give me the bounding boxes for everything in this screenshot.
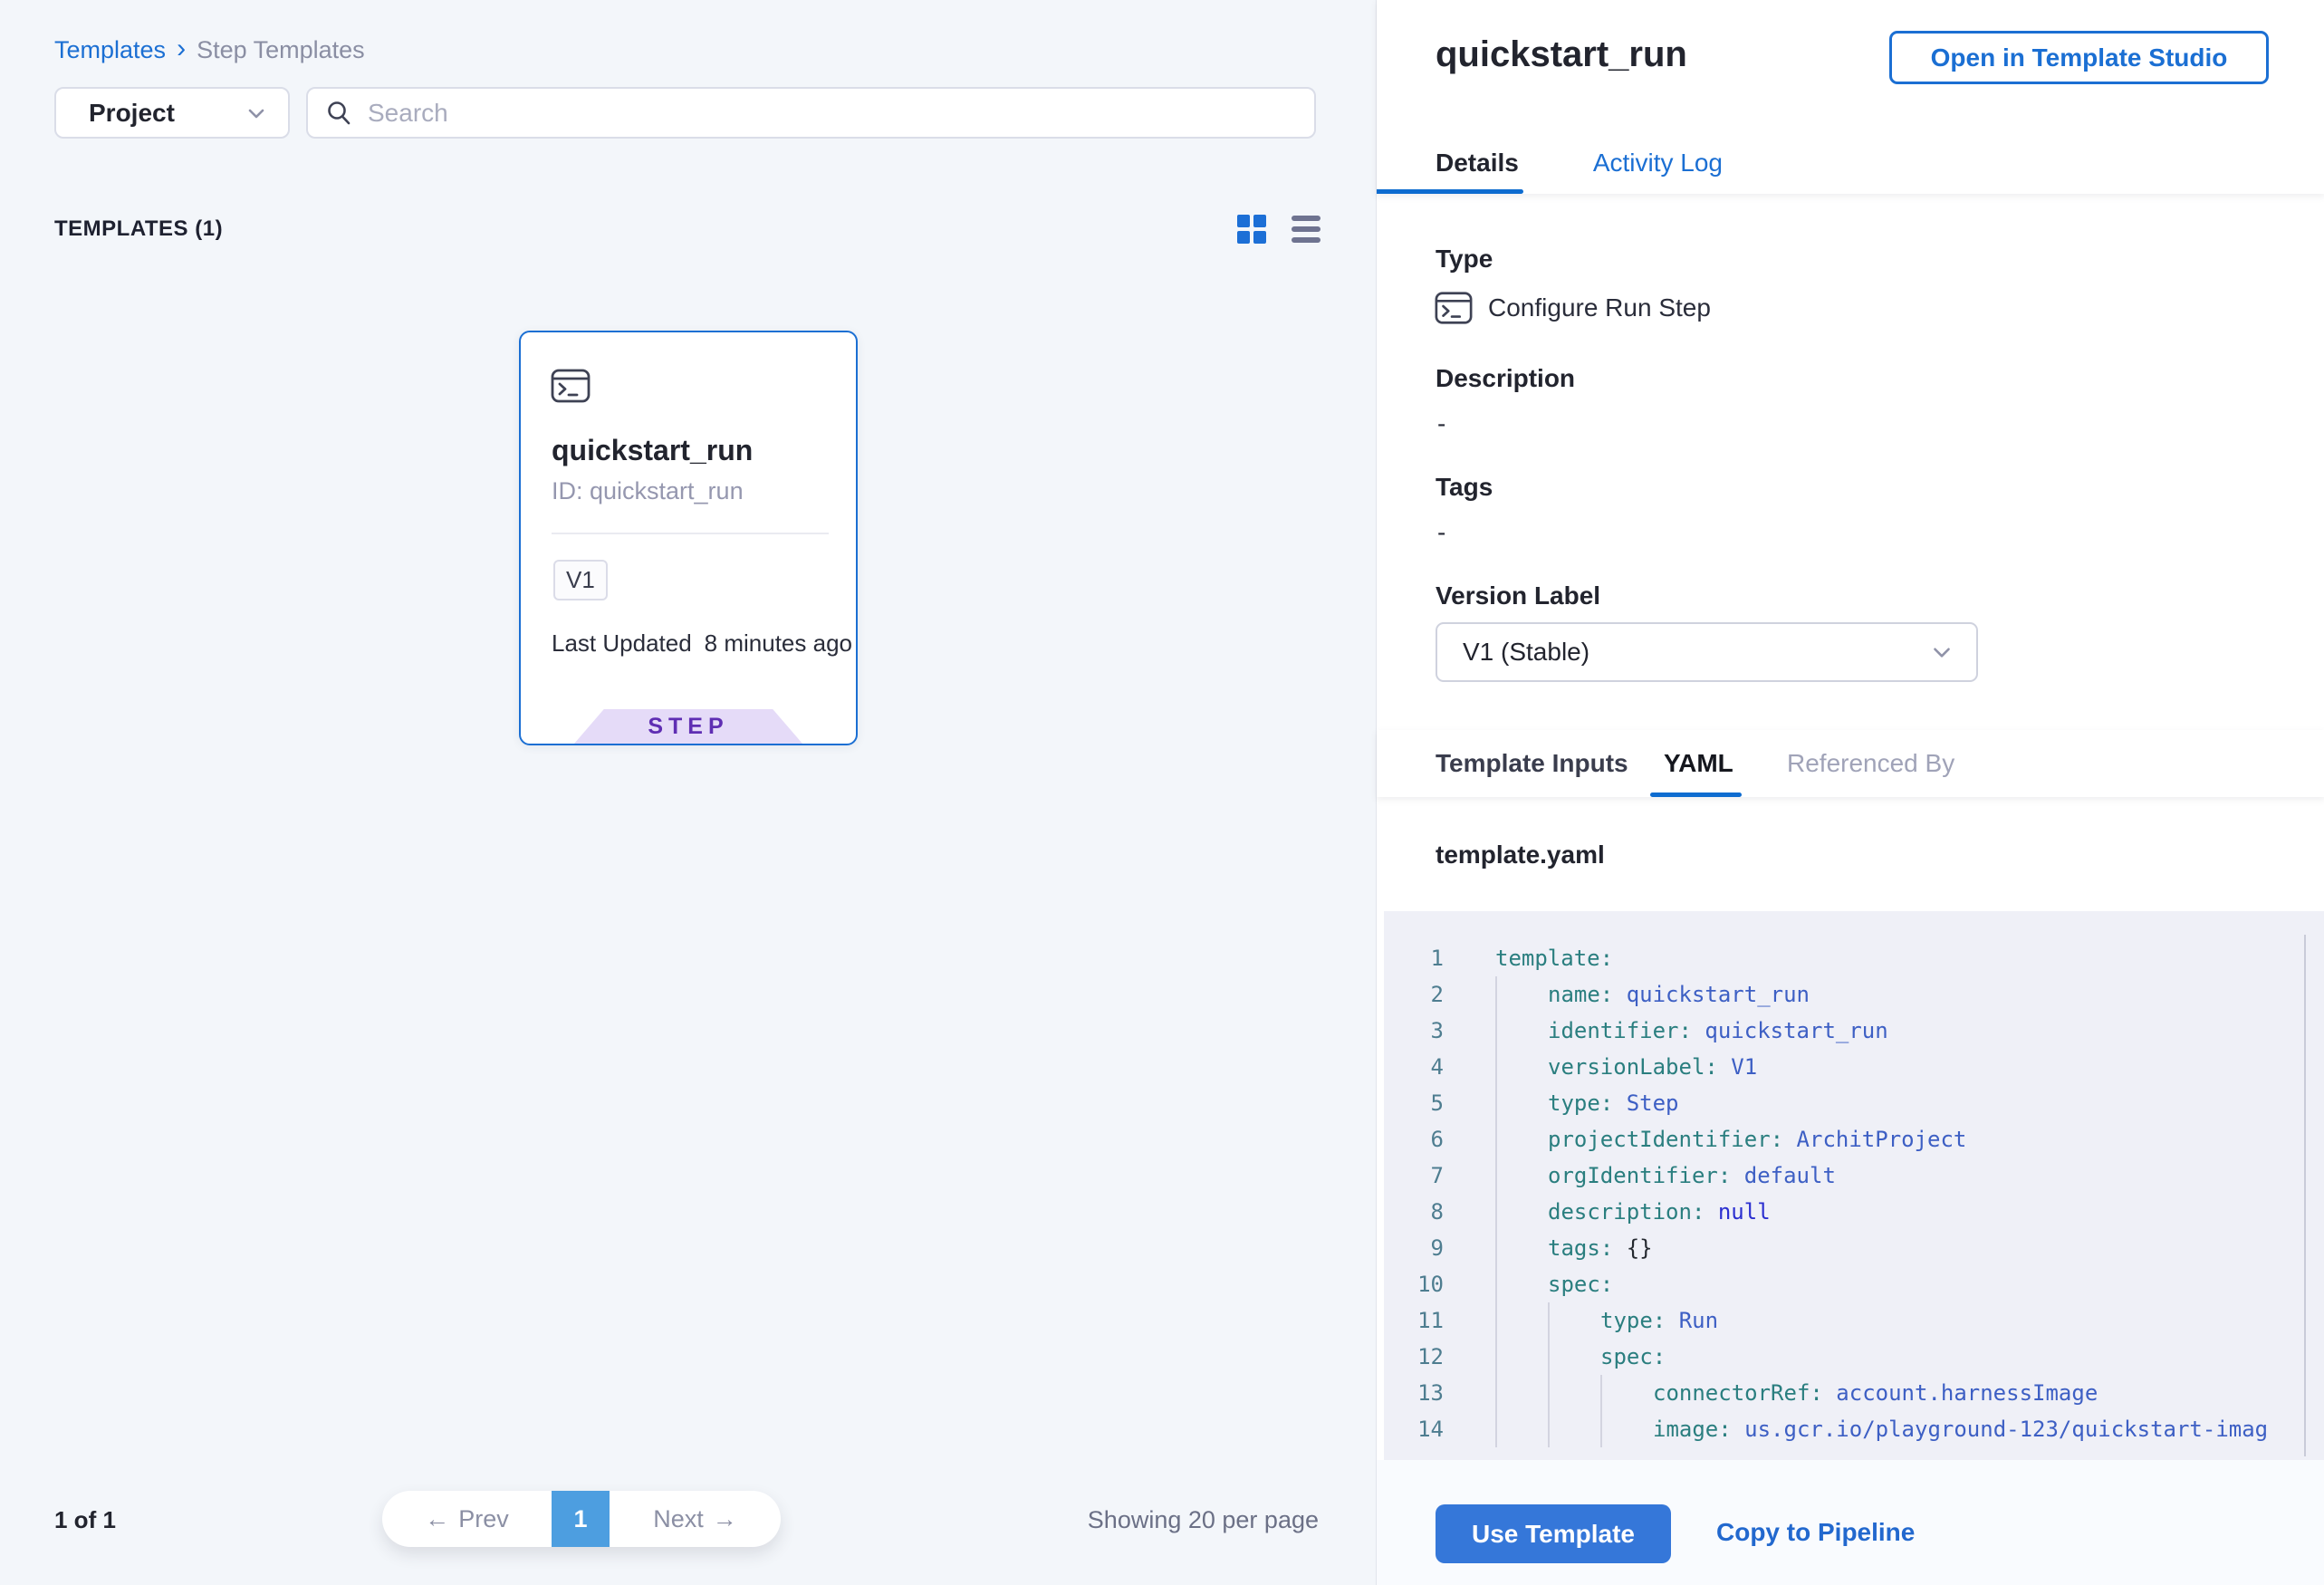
copy-to-pipeline-link[interactable]: Copy to Pipeline [1716, 1518, 1915, 1547]
breadcrumb-current: Step Templates [197, 36, 365, 64]
code-line: 14image: us.gcr.io/playground-123/quicks… [1384, 1411, 2324, 1447]
code-line: 10spec: [1384, 1266, 2324, 1302]
scope-select[interactable]: Project [54, 87, 290, 139]
chevron-down-icon [1929, 639, 1954, 665]
step-type-badge: STEP [574, 709, 802, 744]
version-select[interactable]: V1 (Stable) [1436, 622, 1978, 682]
template-card[interactable]: quickstart_run ID: quickstart_run V1 Las… [519, 331, 858, 745]
description-value: - [1437, 409, 1445, 438]
card-divider [552, 533, 829, 534]
search-input[interactable] [368, 99, 1298, 128]
chevron-down-icon [245, 101, 268, 125]
code-line: 12spec: [1384, 1339, 2324, 1375]
tab-activity-log[interactable]: Activity Log [1593, 149, 1723, 178]
tags-label: Tags [1436, 473, 1493, 502]
pagination-control: ← Prev 1 Next → [382, 1491, 781, 1547]
last-updated-value: 8 minutes ago [705, 629, 852, 658]
per-page-summary: Showing 20 per page [996, 1506, 1319, 1534]
yaml-editor[interactable]: 1template:2name: quickstart_run3identifi… [1384, 911, 2324, 1460]
breadcrumb-chevron-icon: › [177, 35, 186, 62]
tab-template-inputs[interactable]: Template Inputs [1436, 730, 1628, 797]
active-tab-indicator [1377, 189, 1523, 194]
code-line: 11type: Run [1384, 1302, 2324, 1339]
code-line: 13connectorRef: account.harnessImage [1384, 1375, 2324, 1411]
last-updated: Last Updated 8 minutes ago [552, 629, 852, 658]
view-toggles [1237, 215, 1320, 244]
editor-scrollbar[interactable] [2304, 935, 2306, 1456]
next-page-button[interactable]: Next → [610, 1491, 781, 1547]
version-label: Version Label [1436, 581, 1600, 610]
prev-page-button[interactable]: ← Prev [382, 1491, 552, 1547]
code-lines: 1template:2name: quickstart_run3identifi… [1384, 940, 2324, 1447]
details-header: quickstart_run Open in Template Studio D… [1377, 0, 2324, 194]
templates-header: TEMPLATES (1) [54, 214, 1320, 245]
template-details-panel: quickstart_run Open in Template Studio D… [1376, 0, 2324, 1585]
code-line: 5type: Step [1384, 1085, 2324, 1121]
breadcrumb-templates-link[interactable]: Templates [54, 36, 166, 64]
code-line: 4versionLabel: V1 [1384, 1049, 2324, 1085]
terminal-icon [1434, 288, 1474, 328]
template-card-id: ID: quickstart_run [552, 477, 744, 505]
last-updated-label: Last Updated [552, 629, 692, 658]
type-label: Type [1436, 245, 1493, 274]
open-in-template-studio-button[interactable]: Open in Template Studio [1889, 31, 2269, 84]
version-badge: V1 [553, 560, 608, 600]
arrow-left-icon: ← [425, 1505, 449, 1533]
code-line: 2name: quickstart_run [1384, 976, 2324, 1013]
page-count: 1 of 1 [54, 1506, 116, 1534]
code-line: 1template: [1384, 940, 2324, 976]
code-line: 7orgIdentifier: default [1384, 1158, 2324, 1194]
details-tabbar: Details Activity Log [1436, 149, 1723, 178]
current-page-button[interactable]: 1 [552, 1491, 610, 1547]
next-label: Next [653, 1505, 704, 1533]
arrow-right-icon: → [713, 1505, 737, 1533]
template-card-title: quickstart_run [552, 434, 753, 467]
terminal-icon [550, 365, 591, 407]
tab-referenced-by[interactable]: Referenced By [1787, 730, 1954, 797]
code-line: 8description: null [1384, 1194, 2324, 1230]
yaml-file-name: template.yaml [1436, 841, 1605, 869]
search-icon [324, 99, 353, 128]
active-subtab-indicator [1650, 792, 1742, 797]
code-line: 6projectIdentifier: ArchitProject [1384, 1121, 2324, 1158]
details-subtabbar: Template Inputs YAML Referenced By [1377, 730, 2324, 797]
list-view-icon[interactable] [1292, 215, 1320, 244]
code-line: 3identifier: quickstart_run [1384, 1013, 2324, 1049]
tab-yaml[interactable]: YAML [1664, 730, 1733, 797]
use-template-button[interactable]: Use Template [1436, 1504, 1671, 1563]
code-line: 9tags: {} [1384, 1230, 2324, 1266]
description-label: Description [1436, 364, 1575, 393]
type-value: Configure Run Step [1488, 293, 1711, 322]
search-box [306, 87, 1316, 139]
scope-select-value: Project [89, 99, 175, 128]
breadcrumb: Templates › Step Templates [54, 36, 365, 64]
type-value-row: Configure Run Step [1434, 288, 1711, 328]
templates-list-panel: Templates › Step Templates Project TEMPL… [0, 0, 1375, 1585]
details-title: quickstart_run [1436, 34, 1687, 75]
tab-details[interactable]: Details [1436, 149, 1519, 178]
grid-view-icon[interactable] [1237, 215, 1266, 244]
templates-count: TEMPLATES (1) [54, 216, 223, 242]
version-select-value: V1 (Stable) [1463, 638, 1589, 667]
tags-value: - [1437, 518, 1445, 547]
prev-label: Prev [458, 1505, 509, 1533]
